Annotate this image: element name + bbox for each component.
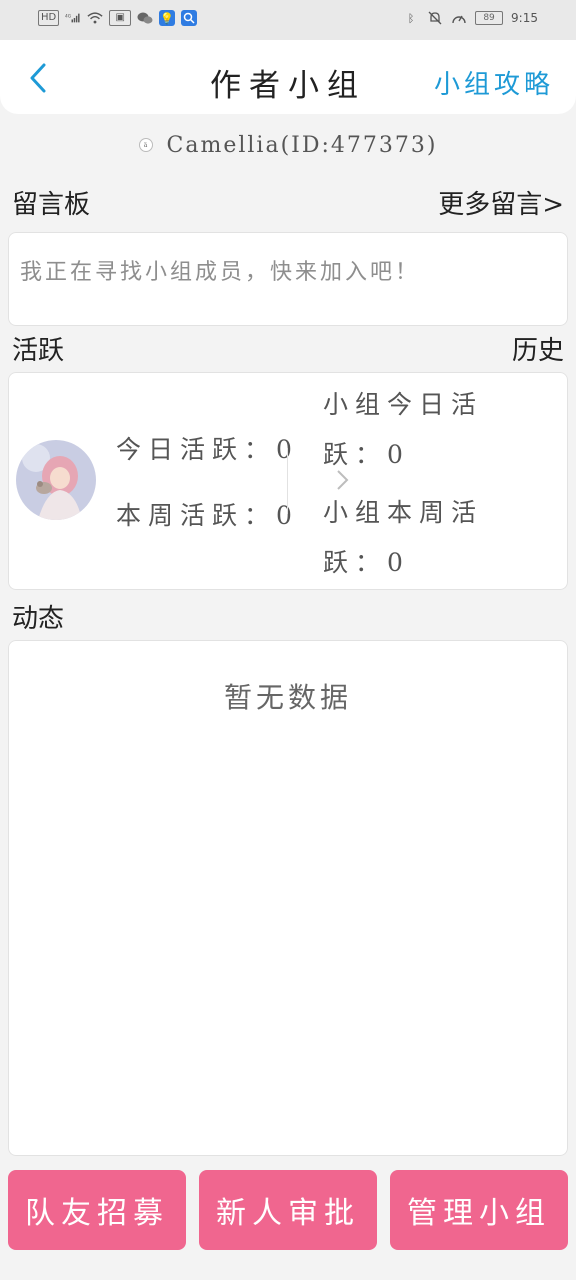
feed-card: 暂无数据: [8, 640, 568, 1156]
speed-icon: [451, 10, 467, 26]
wechat-icon: [137, 10, 153, 26]
svg-text:4G: 4G: [65, 13, 72, 19]
message-board-header: 留言板 更多留言>: [12, 184, 564, 221]
group-week-label-b: 跃：: [323, 548, 388, 577]
group-avatar: [16, 440, 96, 520]
feed-header: 动态: [12, 598, 564, 635]
message-board-label: 留言板: [12, 190, 91, 220]
review-newcomers-button[interactable]: 新人审批: [199, 1170, 377, 1250]
week-activity-label: 本周活跃：: [116, 501, 277, 530]
user-row: ä Camellia(ID:477373): [0, 128, 576, 162]
user-name-id: Camellia(ID:477373): [166, 132, 438, 158]
signal-icon: 4G: [65, 10, 81, 26]
top-nav: 作者小组 小组攻略: [0, 40, 576, 114]
today-activity-label: 今日活跃：: [116, 435, 277, 464]
group-today-activity: 小组今日活 跃：0: [323, 380, 553, 480]
group-week-activity: 小组本周活 跃：0: [323, 488, 553, 588]
feed-label: 动态: [12, 604, 65, 634]
recruit-teammates-button[interactable]: 队友招募: [8, 1170, 186, 1250]
activity-divider: [287, 448, 288, 514]
bluetooth-icon: ᛒ: [407, 11, 415, 25]
group-guide-link[interactable]: 小组攻略: [434, 64, 554, 101]
week-activity: 本周活跃：0: [116, 496, 299, 532]
activity-label: 活跃: [12, 336, 65, 366]
group-today-label-b: 跃：: [323, 440, 388, 469]
status-bar: HD 4G ▣ 💡 ᛒ 89 9:15: [0, 0, 576, 40]
activity-header: 活跃 历史: [12, 330, 564, 367]
bulb-icon: 💡: [159, 10, 176, 26]
group-today-value: 0: [387, 440, 410, 469]
battery-indicator: 89: [475, 11, 504, 25]
mute-icon: [427, 10, 443, 26]
group-week-value: 0: [387, 548, 410, 577]
activity-card[interactable]: 今日活跃：0 本周活跃：0 小组今日活 跃：0 小组本周活 跃：0: [8, 372, 568, 590]
app-notification-icon: ▣: [109, 10, 132, 26]
more-messages-link[interactable]: 更多留言>: [438, 184, 564, 221]
group-week-label-a: 小组本周活: [323, 498, 484, 527]
today-activity: 今日活跃：0: [116, 430, 299, 466]
status-time: 9:15: [511, 11, 538, 25]
history-link[interactable]: 历史: [512, 330, 564, 367]
hd-icon: HD: [38, 10, 60, 26]
search-app-icon: [181, 10, 198, 26]
message-board-card[interactable]: 我正在寻找小组成员，快来加入吧！: [8, 232, 568, 326]
user-avatar-small: ä: [138, 138, 153, 152]
group-today-label-a: 小组今日活: [323, 390, 484, 419]
board-message: 我正在寻找小组成员，快来加入吧！: [20, 260, 421, 285]
manage-group-button[interactable]: 管理小组: [390, 1170, 568, 1250]
wifi-icon: [87, 10, 103, 26]
empty-state-text: 暂无数据: [223, 681, 352, 714]
